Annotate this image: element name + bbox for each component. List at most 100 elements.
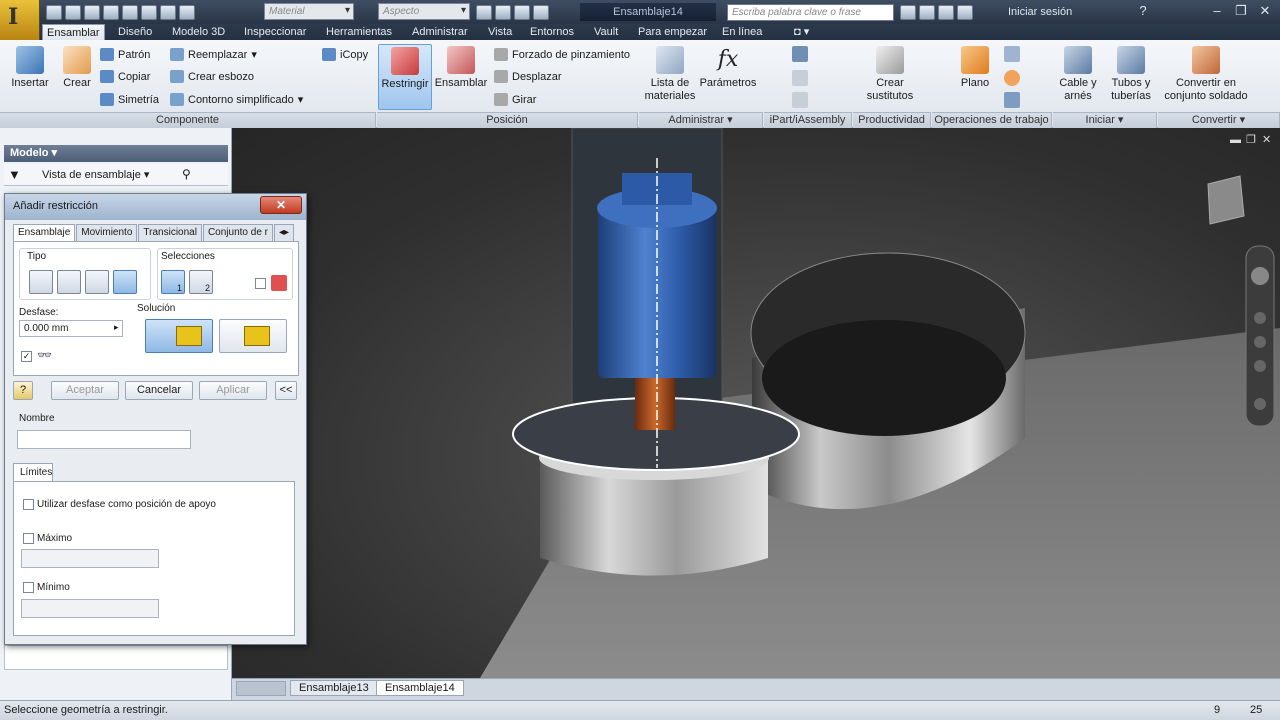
ipart-edit-icon[interactable] [792,70,808,86]
viewcube[interactable] [1207,175,1245,225]
plano-button[interactable]: Plano [950,46,1000,90]
appearance-override-icon[interactable] [476,4,492,20]
desfase-arrow-icon[interactable]: ▸ [114,322,119,333]
maximo-input[interactable] [21,549,159,568]
simetria-button[interactable]: Simetría [100,93,159,106]
insertar-button[interactable]: Insertar [10,46,50,90]
maximo-checkbox[interactable] [23,533,34,544]
aceptar-button[interactable]: Aceptar [51,381,119,400]
user-icon[interactable] [957,4,973,20]
selection-1-button[interactable]: 1 [161,270,185,294]
close-icon[interactable]: ✕ [1254,2,1276,20]
group-iniciar[interactable]: Iniciar ▾ [1053,112,1157,128]
reemplazar-button[interactable]: Reemplazar ▾ [170,48,257,61]
cable-arnes-button[interactable]: Cable y arnés [1056,46,1100,103]
tab-para-empezar[interactable]: Para empezar [634,24,711,40]
fx-icon[interactable] [514,4,530,20]
icopy-button[interactable]: iCopy [322,48,368,61]
tab-diseno[interactable]: Diseño [114,24,156,40]
tab-ensamblaje[interactable]: Ensamblaje [13,224,76,241]
mate-constraint-icon[interactable] [29,270,53,294]
group-convertir[interactable]: Convertir ▾ [1158,112,1280,128]
new-icon[interactable] [46,4,62,20]
expand-collapse-button[interactable]: << [275,381,297,400]
doc-tab-ensamblaje13[interactable]: Ensamblaje13 [290,680,378,696]
undo-icon[interactable] [103,4,119,20]
tab-ensamblar[interactable]: Ensamblar [42,24,105,40]
tab-vault[interactable]: Vault [590,24,622,40]
tab-inspeccionar[interactable]: Inspeccionar [240,24,310,40]
return-icon[interactable] [141,4,157,20]
minimo-input[interactable] [21,599,159,618]
restringir-button[interactable]: Restringir [378,44,432,110]
preview-checkbox[interactable]: ✓ [21,351,32,362]
tab-administrar[interactable]: Administrar [408,24,472,40]
pick-part-first-checkbox[interactable] [255,278,266,289]
graphics-window[interactable]: ▬ ❐ ✕ [232,128,1280,678]
tab-limites[interactable]: Límites [13,463,53,482]
filter-icon[interactable]: ▼ [8,167,21,182]
crear-sustitutos-button[interactable]: Crear sustitutos [860,46,920,103]
view-select[interactable]: Vista de ensamblaje ▾ [42,168,149,181]
save-icon[interactable] [84,4,100,20]
update-icon[interactable] [179,4,195,20]
pan-icon[interactable] [1254,312,1266,324]
steering-wheel-icon[interactable] [1251,267,1269,285]
cancelar-button[interactable]: Cancelar [125,381,193,400]
viewport-restore-icon[interactable]: ❐ [1246,133,1256,146]
forzado-button[interactable]: Forzado de pinzamiento [494,48,630,61]
crear-button[interactable]: Crear [60,46,94,90]
tab-en-linea[interactable]: En línea [718,24,766,40]
girar-button[interactable]: Girar [494,93,536,106]
model-view[interactable] [232,128,1280,678]
measure-icon[interactable] [533,4,549,20]
help-icon[interactable]: ? [1132,2,1154,20]
viewport-close-icon[interactable]: ✕ [1262,133,1271,146]
star-icon[interactable] [938,4,954,20]
orbit-icon[interactable] [1254,360,1266,372]
ipart-table-icon[interactable] [792,92,808,108]
browser-tree[interactable] [4,645,228,670]
work-point-icon[interactable] [1004,70,1020,86]
tab-conjunto[interactable]: Conjunto de r [202,224,273,241]
find-icon[interactable]: ⚲ [182,167,191,181]
open-icon[interactable] [65,4,81,20]
tab-movimiento[interactable]: Movimiento [76,224,138,241]
selection-2-button[interactable]: 2 [189,270,213,294]
redo-icon[interactable] [122,4,138,20]
tab-entornos[interactable]: Entornos [526,24,578,40]
crear-esbozo-button[interactable]: Crear esbozo [170,70,254,83]
tab-scroll-arrows[interactable]: ◂▸ [274,224,295,241]
ribbon-options-icon[interactable]: ◘ ▾ [790,24,813,40]
insert-constraint-icon[interactable] [113,270,137,294]
help-button-icon[interactable]: ? [13,381,33,400]
solution-aligned-button[interactable] [219,319,287,353]
ucs-icon[interactable] [1004,92,1020,108]
tubos-tuberias-button[interactable]: Tubos y tuberías [1106,46,1156,103]
signin-link[interactable]: Iniciar sesión [1008,6,1072,18]
solution-opposed-button[interactable] [145,319,213,353]
model-browser-header[interactable]: Modelo ▾ [4,145,228,162]
application-menu-button[interactable]: I [0,0,40,40]
aplicar-button[interactable]: Aplicar [199,381,267,400]
restore-icon[interactable]: ❐ [1230,2,1252,20]
lista-materiales-button[interactable]: Lista de materiales [642,46,698,103]
doc-tab-ensamblaje14[interactable]: Ensamblaje14 [376,680,464,696]
binoculars-icon[interactable] [900,4,916,20]
ensamblar-button[interactable]: Ensamblar [434,46,488,90]
tangent-constraint-icon[interactable] [85,270,109,294]
clear-appearance-icon[interactable] [495,4,511,20]
contorno-button[interactable]: Contorno simplificado ▾ [170,93,303,106]
work-axis-icon[interactable] [1004,46,1020,62]
desfase-input[interactable]: 0.000 mm [19,320,123,337]
search-input[interactable]: Escriba palabra clave o frase [727,4,894,21]
nombre-input[interactable] [17,430,191,449]
convertir-soldado-button[interactable]: Convertir en conjunto soldado [1160,46,1252,103]
parametros-button[interactable]: fx Parámetros [698,46,758,90]
dialog-close-button[interactable]: ✕ [260,196,302,214]
appearance-select[interactable]: Aspecto [378,3,470,20]
look-at-icon[interactable] [1254,398,1266,410]
viewport-minimize-icon[interactable]: ▬ [1230,134,1241,146]
tab-layout-icon[interactable] [236,681,286,696]
patron-button[interactable]: Patrón [100,48,150,61]
